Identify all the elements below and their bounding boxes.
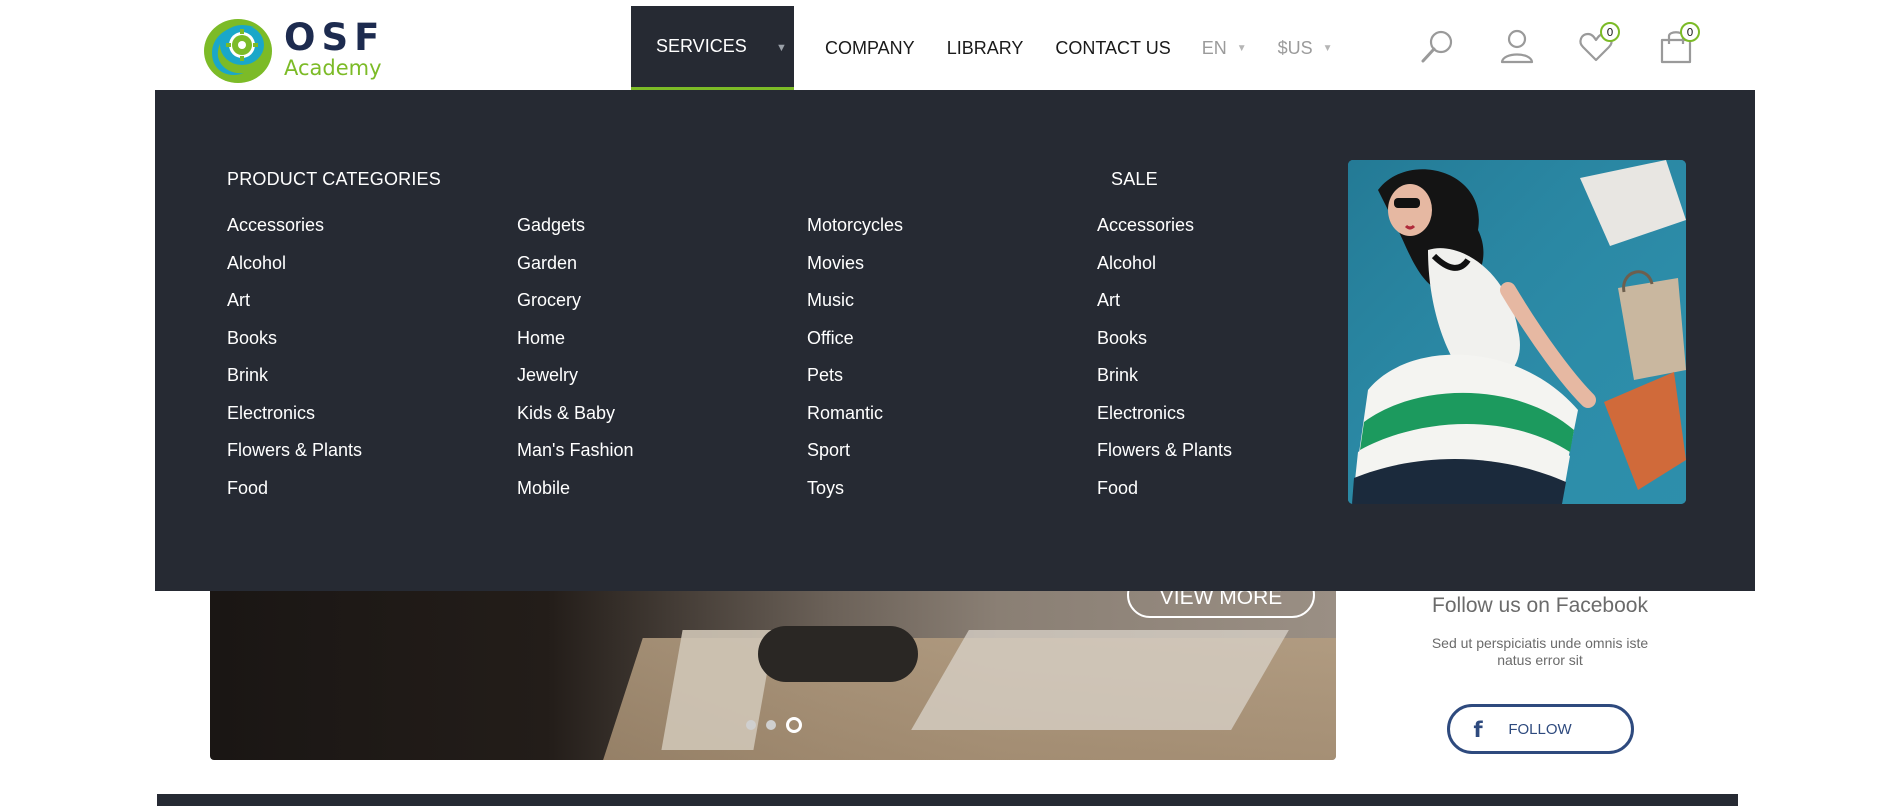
services-mega-menu: PRODUCT CATEGORIES SALE Accessories Alco… xyxy=(155,90,1755,591)
wishlist-count-badge: 0 xyxy=(1600,22,1620,42)
sale-link[interactable]: Electronics xyxy=(1097,403,1232,441)
sale-link[interactable]: Books xyxy=(1097,328,1232,366)
logo-gear-icon xyxy=(204,19,272,83)
hero-image-paper xyxy=(911,630,1289,730)
logo-name: OSF xyxy=(284,16,386,59)
category-link[interactable]: Movies xyxy=(807,253,903,291)
category-link[interactable]: Gadgets xyxy=(517,215,634,253)
slider-dot-active[interactable] xyxy=(786,717,802,733)
chevron-down-icon: ▼ xyxy=(776,42,787,54)
slider-dot[interactable] xyxy=(766,720,776,730)
category-link[interactable]: Romantic xyxy=(807,403,903,441)
category-column-3: Motorcycles Movies Music Office Pets Rom… xyxy=(807,215,903,515)
language-value: EN xyxy=(1201,37,1227,58)
nav-contact-us[interactable]: CONTACT US xyxy=(1055,6,1170,90)
facebook-icon: f xyxy=(1473,718,1483,742)
category-link[interactable]: Flowers & Plants xyxy=(227,440,362,478)
sale-link[interactable]: Art xyxy=(1097,290,1232,328)
category-link[interactable]: Motorcycles xyxy=(807,215,903,253)
hero-image-speaker xyxy=(758,626,918,682)
category-link[interactable]: Music xyxy=(807,290,903,328)
currency-selector[interactable]: $US ▼ xyxy=(1278,6,1333,90)
sale-link[interactable]: Accessories xyxy=(1097,215,1232,253)
sale-heading: SALE xyxy=(1111,169,1158,189)
category-link[interactable]: Alcohol xyxy=(227,253,362,291)
category-link[interactable]: Art xyxy=(227,290,362,328)
nav-library[interactable]: LIBRARY xyxy=(947,6,1024,90)
chevron-down-icon: ▼ xyxy=(1322,42,1333,54)
category-link[interactable]: Electronics xyxy=(227,403,362,441)
category-link[interactable]: Pets xyxy=(807,365,903,403)
facebook-text: Sed ut perspiciatis unde omnis iste natu… xyxy=(1431,635,1649,668)
main-nav: SERVICES ▼ COMPANY LIBRARY CONTACT US EN… xyxy=(631,6,1333,90)
category-column-1: Accessories Alcohol Art Books Brink Elec… xyxy=(227,215,362,515)
category-link[interactable]: Toys xyxy=(807,478,903,516)
view-more-button[interactable]: VIEW MORE xyxy=(1127,590,1315,618)
slider-dot[interactable] xyxy=(746,720,756,730)
sale-column: Accessories Alcohol Art Books Brink Elec… xyxy=(1097,215,1232,515)
category-link[interactable]: Man's Fashion xyxy=(517,440,634,478)
category-link[interactable]: Food xyxy=(227,478,362,516)
facebook-follow-button[interactable]: f FOLLOW xyxy=(1446,704,1634,754)
user-icon[interactable] xyxy=(1497,26,1537,66)
category-link[interactable]: Accessories xyxy=(227,215,362,253)
category-link[interactable]: Grocery xyxy=(517,290,634,328)
sale-link[interactable]: Flowers & Plants xyxy=(1097,440,1232,478)
category-link[interactable]: Office xyxy=(807,328,903,366)
slider-dots xyxy=(746,717,812,733)
logo[interactable]: OSF Academy xyxy=(200,12,400,86)
sale-link[interactable]: Alcohol xyxy=(1097,253,1232,291)
cart-count-badge: 0 xyxy=(1680,22,1700,42)
category-link[interactable]: Brink xyxy=(227,365,362,403)
category-link[interactable]: Mobile xyxy=(517,478,634,516)
facebook-widget: Follow us on Facebook Sed ut perspiciati… xyxy=(1380,592,1700,754)
promo-image[interactable] xyxy=(1348,160,1686,504)
category-link[interactable]: Books xyxy=(227,328,362,366)
follow-label: FOLLOW xyxy=(1508,720,1572,738)
wishlist-button[interactable]: 0 xyxy=(1576,22,1620,66)
logo-subtitle: Academy xyxy=(284,56,382,80)
language-selector[interactable]: EN ▼ xyxy=(1202,6,1247,90)
sale-link[interactable]: Food xyxy=(1097,478,1232,516)
currency-value: $US xyxy=(1277,37,1313,58)
category-link[interactable]: Garden xyxy=(517,253,634,291)
nav-company[interactable]: COMPANY xyxy=(825,6,915,90)
nav-services[interactable]: SERVICES ▼ xyxy=(631,6,794,90)
category-column-2: Gadgets Garden Grocery Home Jewelry Kids… xyxy=(517,215,634,515)
category-link[interactable]: Sport xyxy=(807,440,903,478)
category-link[interactable]: Kids & Baby xyxy=(517,403,634,441)
promo-woman-illustration xyxy=(1348,160,1686,504)
hero-slider: VIEW MORE xyxy=(210,590,1336,760)
facebook-title: Follow us on Facebook xyxy=(1432,594,1648,617)
category-link[interactable]: Jewelry xyxy=(517,365,634,403)
search-icon[interactable] xyxy=(1418,26,1458,66)
sale-link[interactable]: Brink xyxy=(1097,365,1232,403)
footer-bar xyxy=(157,794,1738,806)
cart-button[interactable]: 0 xyxy=(1656,22,1700,66)
nav-services-label: SERVICES xyxy=(656,36,747,56)
category-link[interactable]: Home xyxy=(517,328,634,366)
chevron-down-icon: ▼ xyxy=(1236,42,1247,54)
product-categories-heading: PRODUCT CATEGORIES xyxy=(227,169,441,189)
